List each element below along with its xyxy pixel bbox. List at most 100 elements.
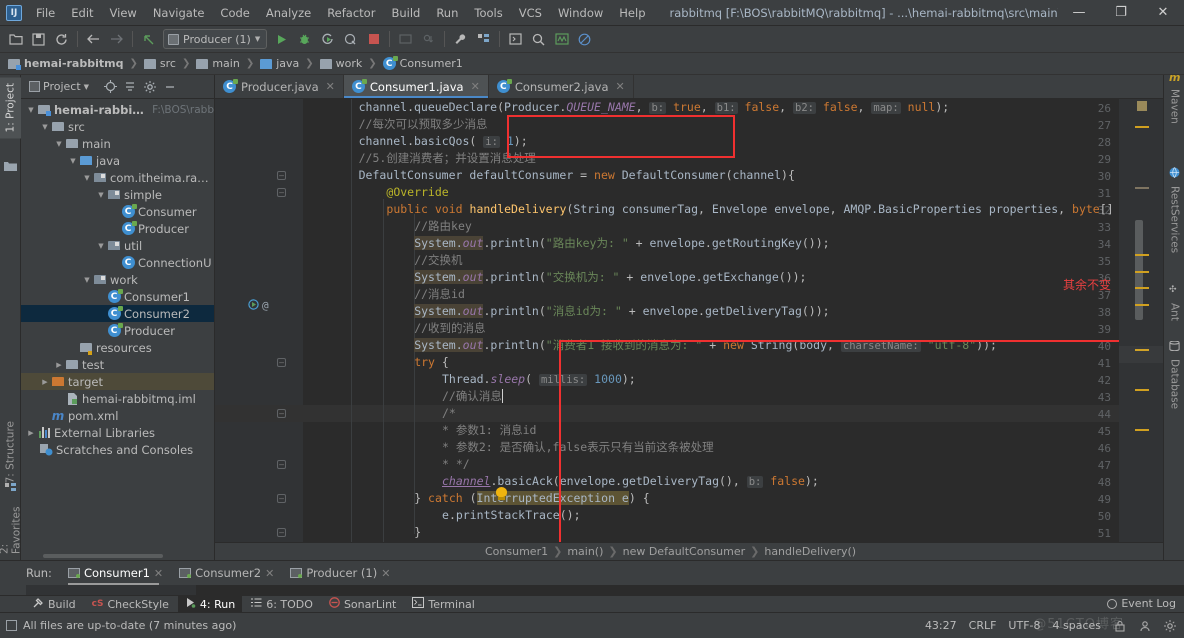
tree-node-producer-simple[interactable]: C Producer [21,220,214,237]
tree-node-consumer[interactable]: C Consumer [21,203,214,220]
git-branch-icon[interactable] [1138,619,1151,632]
editor-marker[interactable] [1135,254,1149,256]
code-line[interactable]: channel.queueDeclare(Producer.QUEUE_NAME… [359,99,949,116]
close-icon[interactable]: ✕ [154,567,163,580]
code-line[interactable]: System.out.println("交换机为: " + envelope.g… [414,269,806,286]
menu-view[interactable]: View [102,3,145,23]
editor-marker[interactable] [1135,304,1149,306]
sidebar-item-project[interactable]: 1: Project [0,77,21,139]
tree-node-simple[interactable]: ▼ simple [21,186,214,203]
menu-navigate[interactable]: Navigate [145,3,213,23]
run-tab-producer[interactable]: Producer (1) ✕ [284,564,396,582]
chevron-right-icon[interactable]: ▶ [39,378,51,386]
tree-node-main[interactable]: ▼ main [21,135,214,152]
chevron-down-icon[interactable]: ▼ [39,123,51,131]
fold-marker[interactable]: — [277,358,286,367]
menu-code[interactable]: Code [212,3,257,23]
editor-marker[interactable] [1135,126,1149,128]
tree-node-connectionutil[interactable]: C ConnectionU [21,254,214,271]
close-icon[interactable]: ✕ [265,567,274,580]
run-method-gutter-icon[interactable] [248,299,259,313]
fold-marker[interactable]: — [277,171,286,180]
commit-icon[interactable] [418,29,439,50]
run-tab-consumer1[interactable]: Consumer1 ✕ [62,564,169,585]
fold-marker[interactable]: — [277,409,286,418]
sync-icon[interactable] [51,29,72,50]
update-project-icon[interactable] [395,29,416,50]
project-tree[interactable]: ▼ hemai-rabbitmq F:\BOS\rabb ▼ src ▼ mai… [21,99,214,560]
code-line[interactable]: * 参数1: 消息id [442,422,536,439]
run-with-coverage-icon[interactable] [317,29,338,50]
profile-icon[interactable] [340,29,361,50]
debug-icon[interactable] [294,29,315,50]
code-line[interactable]: @Override [386,184,448,201]
close-icon[interactable]: ✕ [326,80,335,93]
sidebar-item-ant[interactable]: Ant [1164,297,1184,327]
menu-analyze[interactable]: Analyze [258,3,319,23]
code-line[interactable]: Thread.sleep( millis: 1000); [442,371,636,388]
code-line[interactable]: /* [442,405,456,422]
menu-build[interactable]: Build [383,3,428,23]
code-line[interactable]: System.out.println("消息id为: " + envelope.… [414,303,830,320]
breadcrumb-method-handledelivery[interactable]: handleDelivery() [764,545,856,558]
tree-node-src[interactable]: ▼ src [21,118,214,135]
tree-node-scratches[interactable]: Scratches and Consoles [21,441,214,458]
editor-gutter[interactable] [215,99,303,542]
close-icon[interactable]: ✕ [381,567,390,580]
stop-icon[interactable] [363,29,384,50]
sidebar-item-structure[interactable]: 7: Structure [0,415,21,489]
code-line[interactable]: * */ [442,456,470,473]
menu-help[interactable]: Help [611,3,653,23]
breadcrumb-main[interactable]: main [194,56,241,71]
tree-node-producer-work[interactable]: C Producer [21,322,214,339]
menu-refactor[interactable]: Refactor [319,3,383,23]
tree-node-consumer2[interactable]: C Consumer2 [21,305,214,322]
close-icon[interactable]: ✕ [471,80,480,93]
menu-window[interactable]: Window [550,3,611,23]
tree-node-work[interactable]: ▼ work [21,271,214,288]
line-separator[interactable]: CRLF [969,619,997,632]
editor-marker-strip[interactable] [1119,99,1163,542]
run-configuration-selector[interactable]: Producer (1) ▼ [163,29,268,49]
project-horizontal-scrollbar[interactable] [43,554,163,558]
tree-node-external-libraries[interactable]: ▶ External Libraries [21,424,214,441]
back-arrow-icon[interactable] [83,29,104,50]
breadcrumb-class[interactable]: Consumer1 [485,545,548,558]
chevron-down-icon[interactable]: ▼ [95,242,107,250]
maximize-button[interactable]: ❐ [1100,0,1142,25]
code-line[interactable]: * 参数2: 是否确认,false表示只有当前这条被处理 [442,439,714,456]
tree-node-consumer1[interactable]: C Consumer1 [21,288,214,305]
editor-marker[interactable] [1135,287,1149,289]
tab-consumer2-java[interactable]: C Consumer2.java ✕ [489,75,634,98]
code-line[interactable]: //每次可以预取多少消息 [359,116,488,133]
console-icon[interactable] [505,29,526,50]
editor-marker[interactable] [1135,389,1149,391]
editor-marker[interactable] [1135,429,1149,431]
code-line[interactable]: System.out.println("路由key为: " + envelope… [414,235,830,252]
tree-node-pom-xml[interactable]: m pom.xml [21,407,214,424]
code-line[interactable]: //5.创建消费者；并设置消息处理 [359,150,536,167]
menu-vcs[interactable]: VCS [511,3,550,23]
code-line[interactable]: e.printStackTrace(); [442,507,581,524]
bottom-tab-build[interactable]: Build [26,596,83,613]
event-log-button[interactable]: Event Log [1107,595,1176,612]
caret-position[interactable]: 43:27 [925,619,957,632]
code-line[interactable]: public void handleDelivery(String consum… [386,201,1119,218]
project-tab[interactable]: Project ▼ [25,78,93,95]
sidebar-item-favorites[interactable]: 2: Favorites [0,500,23,560]
breadcrumb-module[interactable]: hemai-rabbitmq [6,56,125,71]
sidebar-item-maven[interactable]: Maven [1164,83,1184,130]
bottom-tab-run[interactable]: 4: Run [177,595,243,613]
code-line[interactable]: try { [414,354,449,371]
tree-node-com-itheima-rabbit[interactable]: ▼ com.itheima.rabbit [21,169,214,186]
close-icon[interactable]: ✕ [616,80,625,93]
chevron-down-icon[interactable]: ▼ [25,106,37,114]
run-tab-consumer2[interactable]: Consumer2 ✕ [173,564,280,582]
sidebar-item-database[interactable]: Database [1164,353,1184,415]
run-icon[interactable] [271,29,292,50]
menu-bar[interactable]: File Edit View Navigate Code Analyze Ref… [28,3,654,23]
sonarlint-icon[interactable] [574,29,595,50]
search-icon[interactable] [528,29,549,50]
override-gutter-icon[interactable]: @ [262,299,269,312]
tree-node-hemai-rabbitmq[interactable]: ▼ hemai-rabbitmq F:\BOS\rabb [21,101,214,118]
